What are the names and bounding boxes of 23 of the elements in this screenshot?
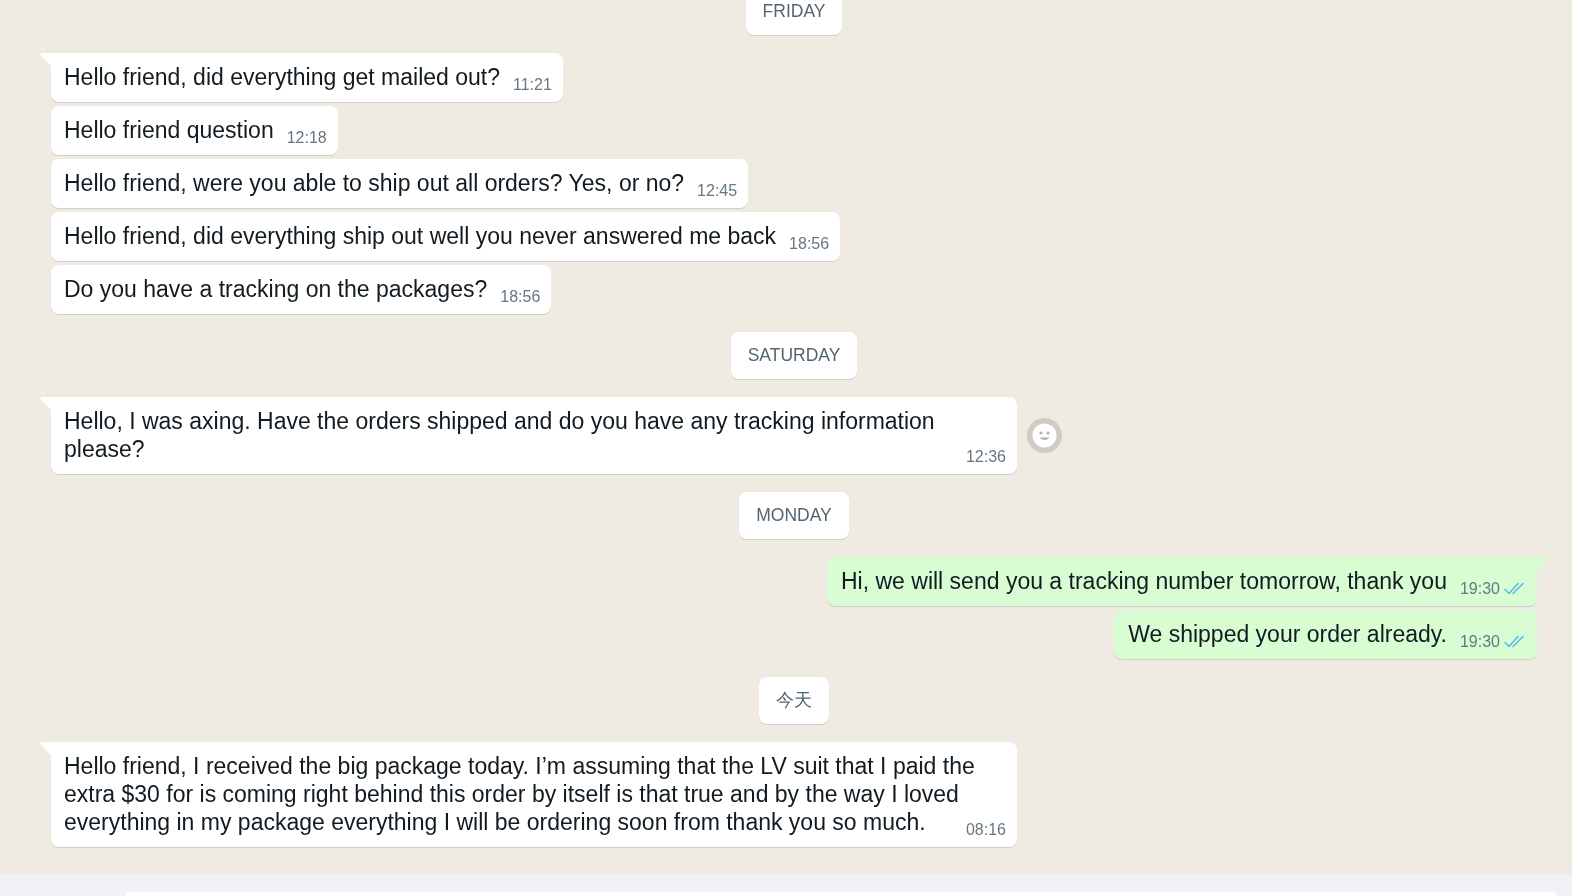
message-time: 18:56	[500, 288, 541, 305]
smiley-icon	[1032, 423, 1057, 448]
message-time: 19:30	[1459, 633, 1500, 650]
message-text: Hello friend question	[64, 117, 274, 143]
message-time: 12:36	[965, 448, 1006, 465]
message-time: 18:56	[789, 235, 830, 252]
message-text: Hello friend, did everything get mailed out?	[64, 64, 500, 90]
message-text: Hello friend, did everything ship out well you never answered me back	[64, 223, 777, 249]
date-label: 今天	[759, 677, 829, 724]
message-time: 12:18	[286, 129, 327, 146]
date-label: FRIDAY	[745, 0, 843, 35]
message-time: 08:16	[965, 821, 1006, 838]
message-text: We shipped your order already.	[1128, 621, 1447, 647]
date-label: MONDAY	[739, 492, 849, 539]
message-text: Do you have a tracking on the packages?	[64, 276, 488, 302]
reaction-button[interactable]	[1027, 418, 1062, 453]
message-text: Hi, we will send you a tracking number tomorrow, thank you	[841, 568, 1447, 594]
message-time: 12:45	[697, 182, 738, 199]
message-text: Hello, I was axing. Have the orders shipped and do you have any tracking information please?	[64, 408, 935, 462]
date-label: SATURDAY	[730, 332, 858, 379]
message-text: Hello friend, were you able to ship out all orders? Yes, or no?	[64, 170, 685, 196]
message-time: 19:30	[1459, 580, 1500, 597]
message-time: 11:21	[513, 76, 552, 93]
